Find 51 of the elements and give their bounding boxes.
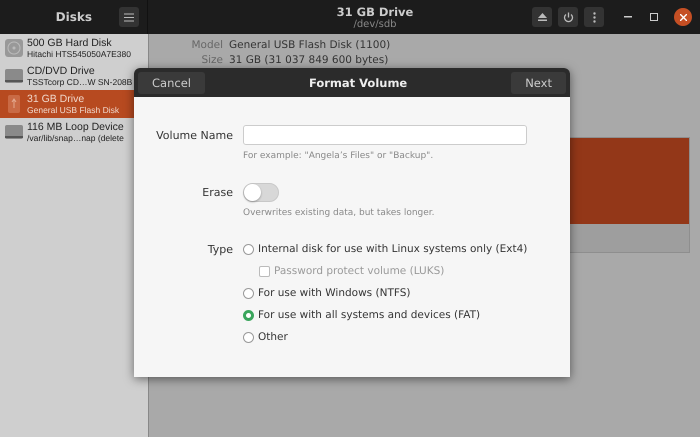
erase-switch[interactable]: [243, 183, 279, 202]
drive-detail: General USB Flash Disk: [27, 105, 120, 115]
option-label[interactable]: For use with Windows (NTFS): [258, 287, 410, 299]
maximize-icon: [650, 13, 658, 21]
field-hint: For example: "Angela’s Files" or "Backup".: [243, 151, 434, 161]
cancel-button[interactable]: Cancel: [138, 72, 205, 94]
menu-icon: [124, 12, 134, 22]
maximize-button[interactable]: [648, 11, 660, 23]
device-path: /dev/sdb: [353, 18, 397, 30]
close-icon: [680, 14, 686, 20]
more-icon: [592, 12, 596, 22]
radio-button[interactable]: [243, 310, 254, 320]
next-button[interactable]: Next: [511, 72, 566, 94]
eject-button[interactable]: [532, 7, 552, 27]
more-button[interactable]: [584, 7, 604, 27]
field-hint: Overwrites existing data, but takes longer.: [243, 208, 436, 218]
drive-item[interactable]: 116 MB Loop Device /var/lib/snap…nap (delete: [0, 118, 148, 146]
app-title: Disks: [56, 10, 92, 24]
drive-detail: /var/lib/snap…nap (delete: [27, 133, 124, 143]
power-icon: [562, 12, 574, 22]
radio-button[interactable]: [243, 332, 254, 342]
field-label: Type: [206, 243, 233, 256]
detail-value: 31 GB (31 037 849 600 bytes): [229, 54, 388, 66]
option-label[interactable]: Internal disk for use with Linux systems only (Ext4): [258, 243, 528, 255]
dialog-title: Format Volume: [308, 76, 408, 90]
radio-button[interactable]: [243, 288, 254, 298]
drive-detail: TSSTcorp CD…W SN-208B: [27, 77, 132, 87]
detail-label: Size: [200, 54, 223, 66]
drive-name: 116 MB Loop Device: [27, 121, 124, 133]
drive-title: 31 GB Drive: [336, 4, 414, 18]
drive-name: 500 GB Hard Disk: [27, 37, 113, 49]
radio-button[interactable]: [243, 244, 254, 254]
drive-name: 31 GB Drive: [27, 93, 86, 105]
detail-value: General USB Flash Disk (1100): [229, 38, 390, 50]
close-button[interactable]: [674, 8, 692, 26]
drive-name: CD/DVD Drive: [27, 65, 96, 77]
field-label: Erase: [201, 186, 233, 199]
menu-button[interactable]: [119, 7, 139, 27]
option-label[interactable]: For use with all systems and devices (FAT): [258, 309, 480, 321]
drive-icon: [4, 66, 24, 86]
minimize-icon: [624, 16, 632, 18]
drive-detail: Hitachi HTS545050A7E380: [27, 49, 131, 59]
volume-name-field[interactable]: [243, 125, 528, 145]
field-label: Volume Name: [155, 128, 233, 142]
detail-label: Model: [190, 38, 223, 50]
option-label[interactable]: Other: [258, 331, 288, 343]
minimize-button[interactable]: [622, 14, 634, 20]
drive-icon: [4, 122, 24, 142]
drive-item[interactable]: 500 GB Hard Disk Hitachi HTS545050A7E380: [0, 34, 148, 62]
eject-icon: [538, 13, 546, 21]
power-button[interactable]: [558, 7, 578, 27]
